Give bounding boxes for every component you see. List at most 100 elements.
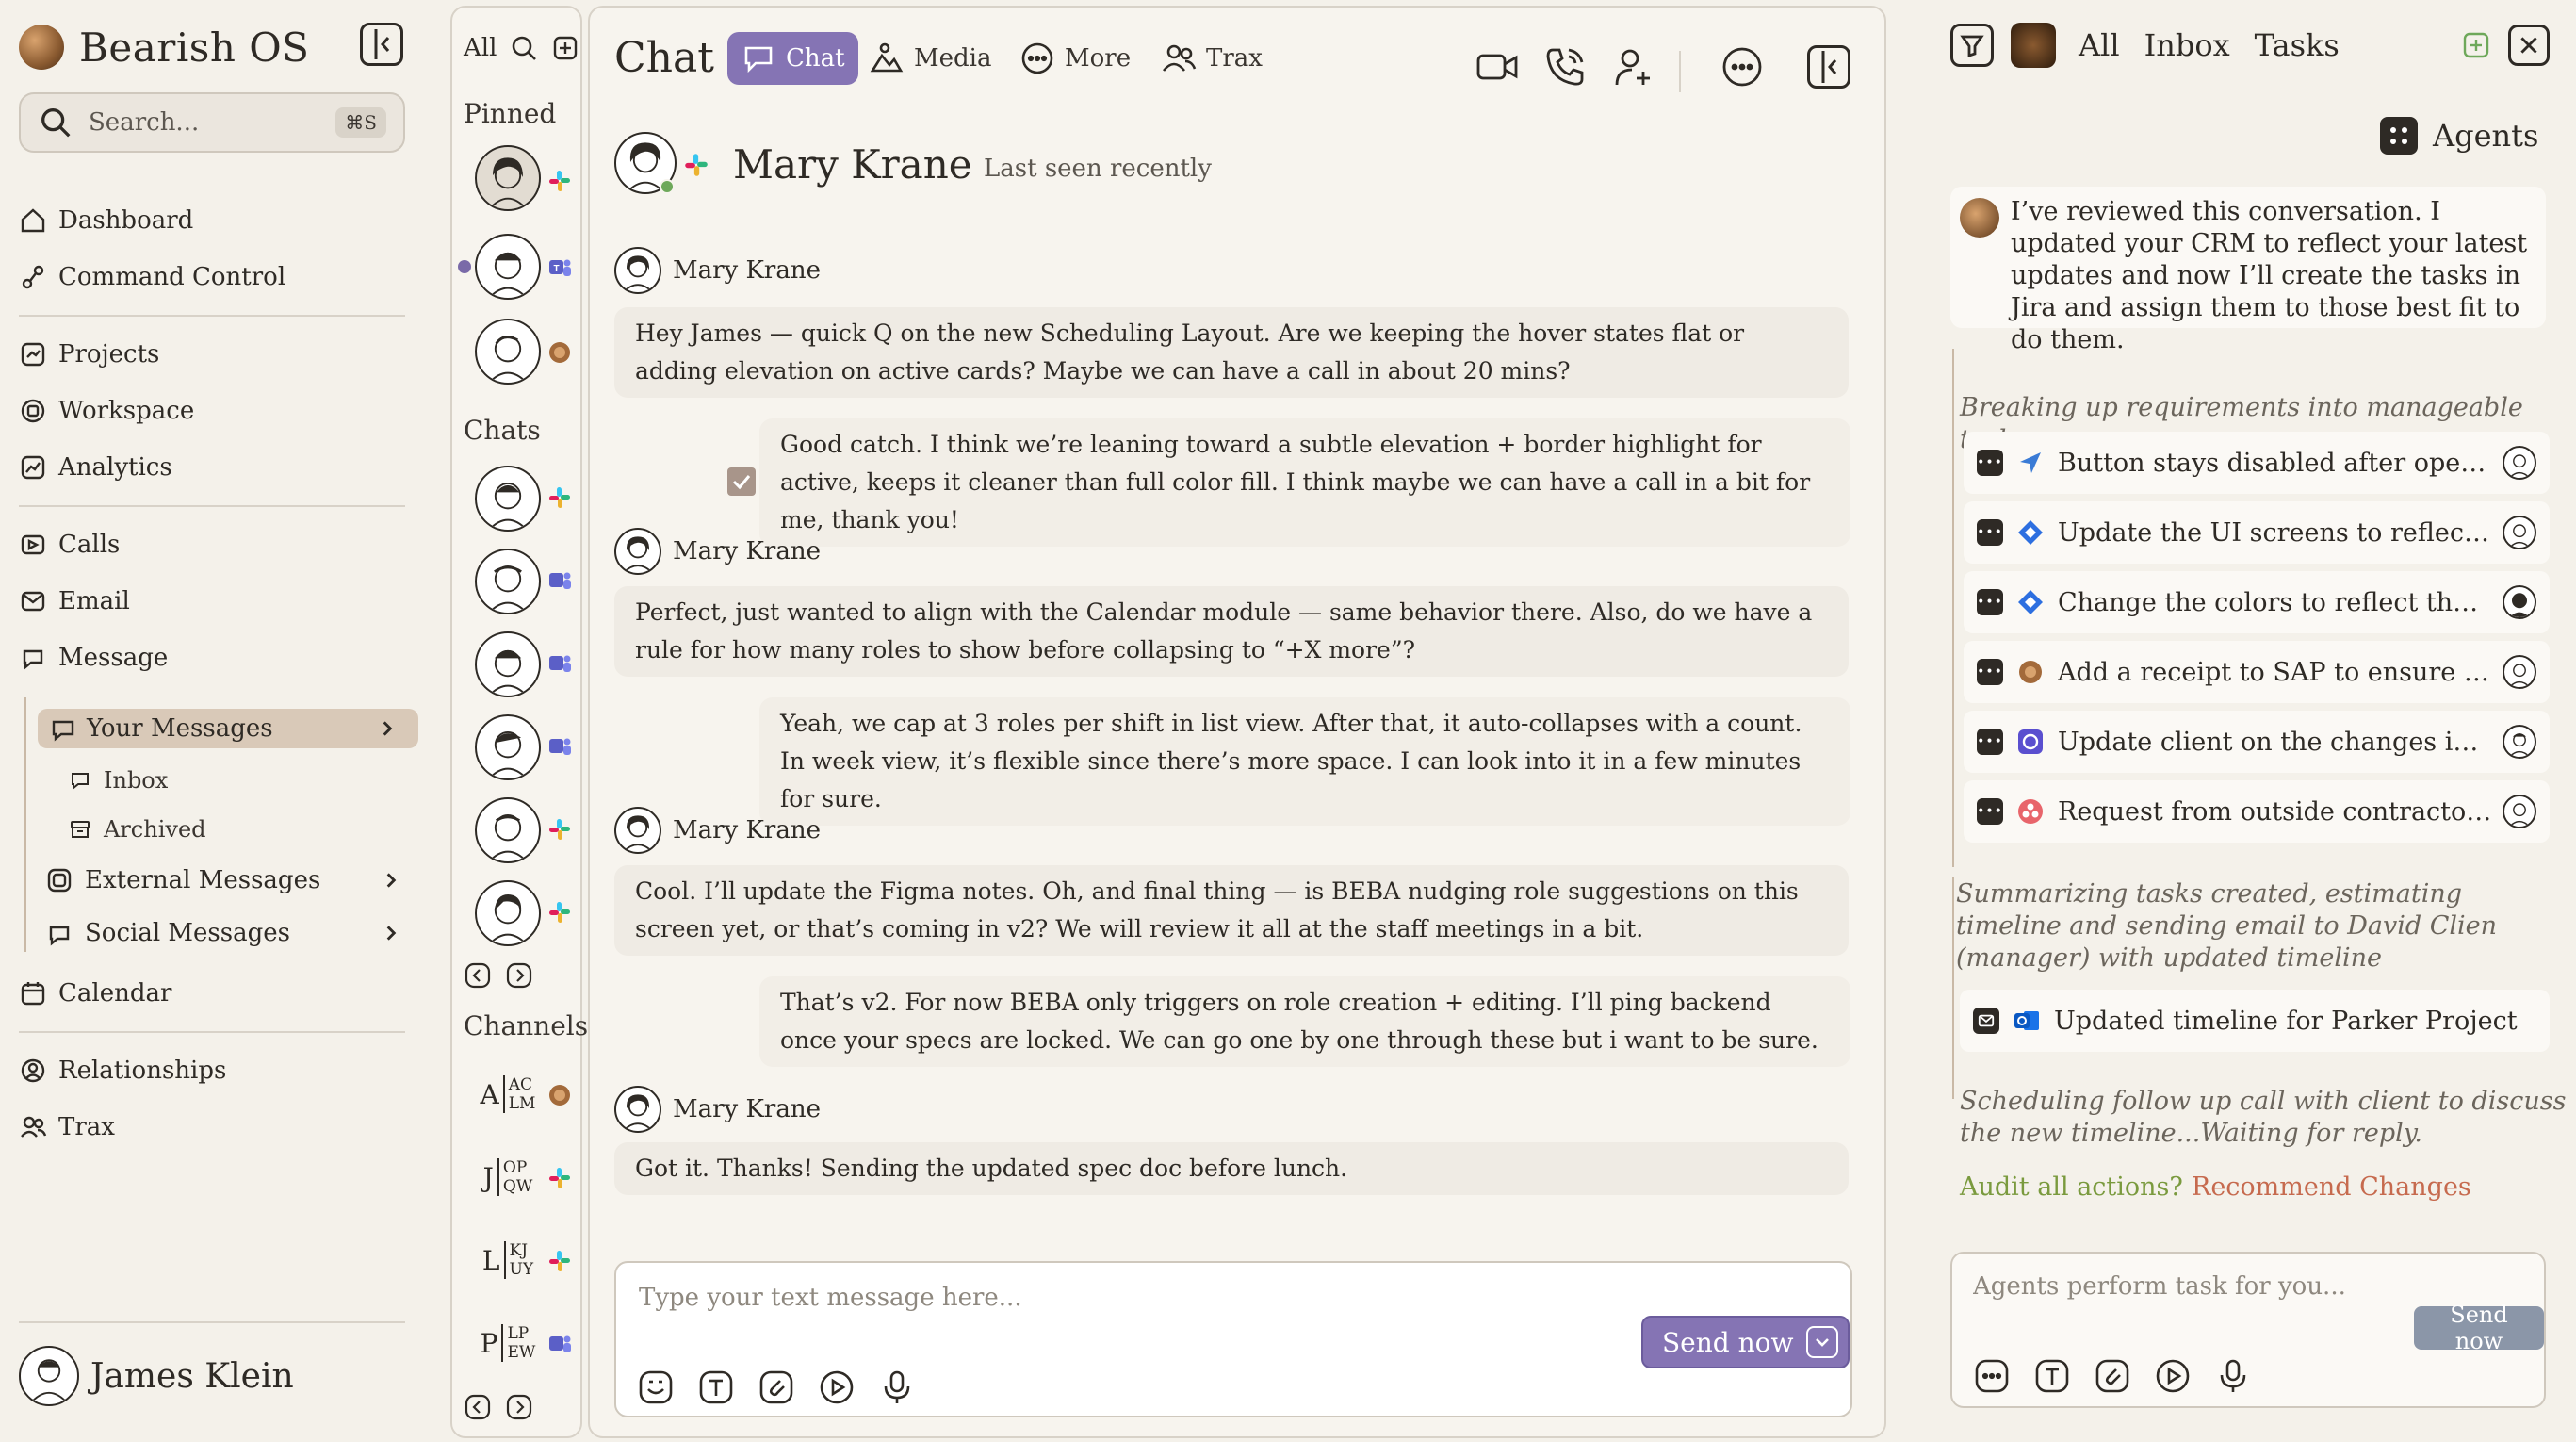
nav-workspace[interactable]: Workspace (19, 390, 194, 432)
chat-avatar[interactable] (475, 549, 541, 614)
channel-avatar[interactable]: P LP EW (475, 1310, 541, 1376)
collapse-panel-icon[interactable] (1807, 45, 1850, 89)
nav-inbox[interactable]: Inbox (68, 762, 168, 799)
channel-members: LP EW (501, 1324, 535, 1362)
close-icon[interactable] (2508, 25, 2550, 66)
member-initials: UY (509, 1260, 534, 1279)
phone-icon[interactable] (1543, 45, 1587, 89)
nav-relationships[interactable]: Relationships (19, 1050, 226, 1091)
agent-summary: I’ve reviewed this conversation. I updat… (1950, 187, 2546, 354)
attachment-icon[interactable] (2094, 1357, 2131, 1395)
filter-icon[interactable] (1950, 24, 1994, 67)
drag-handle-icon[interactable]: ••• (1977, 659, 2003, 685)
options-icon[interactable] (1720, 45, 1764, 89)
pinned-chat-avatar[interactable] (475, 234, 541, 300)
text-format-icon[interactable] (697, 1368, 735, 1406)
channel-avatar[interactable]: A AC LM (475, 1061, 541, 1127)
nav-calls[interactable]: Calls (19, 524, 120, 565)
avatar (19, 1346, 79, 1406)
chevron-right-icon[interactable] (505, 961, 533, 990)
tab-trax[interactable]: Trax (1161, 32, 1263, 85)
search-placeholder[interactable]: Search... (89, 108, 335, 137)
avatar (614, 807, 661, 854)
search-icon (38, 105, 73, 140)
send-now-button[interactable]: Send now (1641, 1316, 1850, 1368)
search-box[interactable]: Search... ⌘S (19, 92, 405, 153)
people-icon (19, 1113, 47, 1141)
collapse-sidebar-icon[interactable] (360, 23, 403, 66)
emoji-icon[interactable] (637, 1368, 675, 1406)
chat-avatar[interactable] (475, 631, 541, 697)
attachment-icon[interactable] (758, 1368, 795, 1406)
people-icon (1161, 41, 1197, 76)
add-user-icon[interactable] (1611, 45, 1655, 89)
agent-send-button[interactable]: Send now (2414, 1302, 2544, 1354)
drag-handle-icon[interactable]: ••• (1977, 729, 2003, 755)
add-chat-icon[interactable] (551, 34, 579, 62)
tab-inbox[interactable]: Inbox (2144, 27, 2230, 63)
pinned-chat-avatar[interactable] (475, 319, 541, 385)
tab-more[interactable]: More (1019, 32, 1131, 85)
user-profile[interactable]: James Klein (19, 1346, 294, 1406)
tab-chat[interactable]: Chat (727, 32, 858, 85)
nav-social-messages[interactable]: Social Messages (45, 912, 397, 954)
chat-avatar[interactable] (475, 797, 541, 863)
chevron-down-icon (1806, 1326, 1839, 1358)
agent-avatar[interactable] (2011, 23, 2056, 68)
task-item[interactable]: ••• Request from outside contractor to..… (1964, 780, 2550, 843)
tab-tasks[interactable]: Tasks (2255, 27, 2340, 63)
chevron-left-icon[interactable] (464, 1393, 492, 1421)
chevron-right-icon[interactable] (505, 1393, 533, 1421)
nav-message[interactable]: Message (19, 637, 168, 679)
task-item[interactable]: ••• Button stays disabled after opening.… (1964, 432, 2550, 494)
nav-dashboard[interactable]: Dashboard (19, 200, 193, 241)
message-bubble-incoming: Cool. I’ll update the Figma notes. Oh, a… (614, 865, 1849, 956)
message-input[interactable] (639, 1284, 1581, 1312)
microphone-icon[interactable] (2214, 1357, 2252, 1395)
task-item[interactable]: ••• Change the colors to reflect the im.… (1964, 571, 2550, 633)
nav-trax[interactable]: Trax (19, 1106, 115, 1148)
tab-media[interactable]: Media (869, 32, 991, 85)
video-clip-icon[interactable] (2154, 1357, 2192, 1395)
add-icon[interactable] (2463, 32, 2489, 58)
nav-external-messages[interactable]: External Messages (45, 860, 397, 901)
drag-handle-icon[interactable]: ••• (1977, 798, 2003, 825)
teams-icon (546, 650, 573, 677)
channel-avatar[interactable]: J OP QW (475, 1144, 541, 1210)
task-item[interactable]: ••• Add a receipt to SAP to ensure compl… (1964, 641, 2550, 703)
drag-handle-icon[interactable]: ••• (1977, 589, 2003, 615)
agent-composer: Send now (1950, 1252, 2546, 1408)
task-item[interactable]: ••• Update client on the changes in the.… (1964, 711, 2550, 773)
agents-icon (2380, 117, 2418, 155)
chat-avatar[interactable] (475, 880, 541, 946)
video-clip-icon[interactable] (818, 1368, 856, 1406)
teams-icon (546, 733, 573, 760)
drag-handle-icon[interactable]: ••• (1977, 519, 2003, 546)
agent-input[interactable] (1973, 1272, 2444, 1301)
chat-avatar[interactable] (475, 466, 541, 532)
nav-your-messages[interactable]: Your Messages (38, 709, 418, 748)
nav-projects[interactable]: Projects (19, 334, 159, 375)
search-icon[interactable] (510, 34, 538, 62)
nav-archived[interactable]: Archived (68, 811, 206, 848)
channel-avatar[interactable]: L KJ UY (475, 1227, 541, 1293)
nav-calendar[interactable]: Calendar (19, 973, 171, 1014)
nav-email[interactable]: Email (19, 581, 130, 622)
video-call-icon[interactable] (1475, 45, 1519, 89)
more-icon[interactable] (1973, 1357, 2011, 1395)
nav-analytics[interactable]: Analytics (19, 447, 172, 488)
chat-avatar[interactable] (475, 714, 541, 780)
microphone-icon[interactable] (878, 1368, 916, 1406)
nav-command-control[interactable]: Command Control (19, 256, 285, 298)
drag-handle-icon[interactable]: ••• (1977, 450, 2003, 476)
text-format-icon[interactable] (2033, 1357, 2071, 1395)
task-item[interactable]: ••• Update the UI screens to reflect the… (1964, 501, 2550, 564)
recommend-changes-link[interactable]: Recommend Changes (2192, 1172, 2471, 1202)
email-task-item[interactable]: Updated timeline for Parker Project (1960, 990, 2550, 1052)
tab-all[interactable]: All (2079, 27, 2120, 63)
filter-all[interactable]: All (464, 34, 497, 62)
audit-actions-link[interactable]: Audit all actions? (1960, 1172, 2183, 1202)
pinned-chat-avatar[interactable] (475, 145, 541, 211)
chat-list-panel: All Pinned T Chats Channels A AC LM J OP Q… (450, 6, 588, 1438)
chevron-left-icon[interactable] (464, 961, 492, 990)
